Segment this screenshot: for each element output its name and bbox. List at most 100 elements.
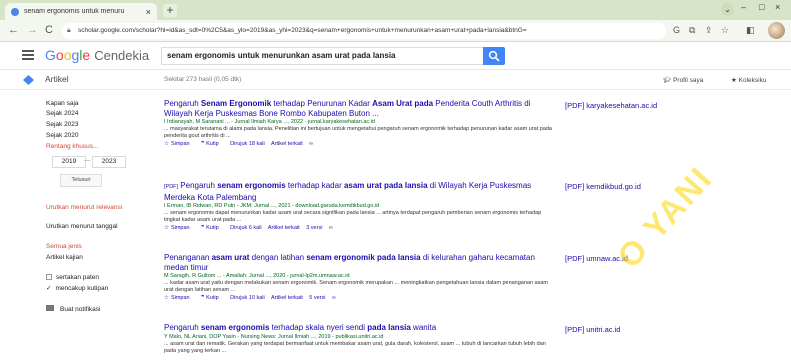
tab-search-chevron-icon[interactable]: ⌄ [721, 3, 734, 16]
title-part: terhadap skala nyeri sendi [269, 323, 368, 332]
side-panel-icon[interactable]: ◧ [746, 25, 755, 36]
result-title[interactable]: Penanganan asam urat dengan latihan sena… [164, 253, 554, 272]
more-icon[interactable]: ∞ [309, 141, 313, 147]
window-maximize-button[interactable]: □ [759, 2, 764, 12]
scholar-header: Google Cendekia senam ergonomis untuk men… [0, 42, 791, 70]
year-range-dash: — [84, 157, 91, 164]
include-citations-checkbox[interactable]: ✓ mencakup kutipan [46, 284, 108, 292]
search-button[interactable] [483, 47, 505, 65]
sort-relevance[interactable]: Urutkan menurut relevansi [46, 204, 126, 212]
filter-since-2024[interactable]: Sejak 2024 [46, 110, 79, 117]
result-snippet: ... masyarakat terutama di alami pada la… [164, 126, 552, 139]
watermark: O YANI [610, 159, 720, 275]
star-outline-icon: ☆ [164, 225, 169, 231]
pdf-domain: kemdikbud.go.id [586, 182, 641, 191]
google-scholar-logo[interactable]: Google Cendekia [45, 47, 149, 63]
scholar-cap-icon [23, 75, 34, 85]
result-authors: I Erman, IB Ridwan, RD Putri - JKM: Jurn… [164, 203, 380, 209]
tab-title: senam ergonomis untuk menuru [24, 8, 125, 15]
translate-icon[interactable]: ⧉ [689, 25, 695, 36]
my-library-label: Koleksiku [738, 77, 767, 84]
cited-by-link[interactable]: Dirujuk 10 kali [230, 295, 265, 301]
result-title[interactable]: Pengaruh senam ergonomis terhadap skala … [164, 323, 554, 333]
cite-link[interactable]: ❞ Kutip [201, 295, 224, 301]
pdf-link[interactable]: [PDF] unitri.ac.id [565, 325, 620, 334]
bookmark-star-icon[interactable]: ☆ [721, 25, 729, 36]
include-patents-checkbox[interactable]: sertakan paten [46, 274, 99, 281]
browser-tab-strip: senam ergonomis untuk menuru × + ⌄ – □ × [0, 0, 791, 20]
title-part: asam urat [211, 253, 250, 262]
result-type-tag: [PDF] [164, 184, 179, 190]
cited-by-link[interactable]: Dirujuk 6 kali [230, 225, 261, 231]
filter-any-time[interactable]: Kapan saja [46, 100, 79, 107]
filter-custom-range[interactable]: Rentang khusus... [46, 143, 98, 150]
google-lens-icon[interactable]: G [673, 25, 680, 35]
result-authors: I Irdiansyah, M Saranani ... - Jurnal Il… [164, 119, 375, 125]
versions-link[interactable]: 3 versi [306, 225, 322, 231]
new-tab-button[interactable]: + [163, 4, 177, 17]
window-close-button[interactable]: × [775, 2, 780, 12]
result-snippet: ... asam urat dan rematik. Gerakan yang … [164, 340, 546, 354]
forward-button[interactable]: → [27, 24, 38, 36]
logo-letter: G [45, 47, 56, 63]
save-label: Simpan [170, 295, 190, 301]
share-icon[interactable]: ⇪ [705, 25, 713, 36]
section-artikel[interactable]: Artikel [45, 74, 69, 84]
save-link[interactable]: ☆ Simpan [164, 225, 195, 231]
hamburger-menu-icon[interactable] [22, 50, 34, 60]
title-part: pada lansia [367, 323, 411, 332]
create-alert-label: Buat notifikasi [60, 306, 101, 313]
related-articles-link[interactable]: Artikel terkait [271, 295, 303, 301]
apply-range-button[interactable]: Telusuri [60, 174, 102, 187]
checkbox-icon [46, 274, 52, 280]
filter-since-2020[interactable]: Sejak 2020 [46, 132, 79, 139]
result-title[interactable]: [PDF] Pengaruh senam ergonomis terhadap … [164, 181, 554, 202]
url-bar[interactable]: 🔒︎ scholar.google.com/scholar?hl=id&as_s… [62, 23, 666, 39]
window-minimize-button[interactable]: – [741, 2, 746, 12]
pdf-link[interactable]: [PDF] kemdikbud.go.id [565, 182, 641, 191]
result-item: Penanganan asam urat dengan latihan sena… [164, 253, 554, 303]
related-articles-link[interactable]: Artikel terkait [271, 141, 303, 147]
sort-date[interactable]: Urutkan menurut tanggal [46, 223, 118, 230]
lock-icon: 🔒︎ [67, 27, 71, 34]
title-part: Pengaruh [164, 99, 201, 108]
title-part: Senam Ergonomik [200, 99, 272, 108]
year-from-input[interactable]: 2019 [52, 156, 86, 168]
my-library-link[interactable]: ★ Koleksiku [731, 76, 766, 84]
save-link[interactable]: ☆ Simpan [164, 141, 195, 147]
related-articles-link[interactable]: Artikel terkait [268, 225, 300, 231]
more-icon[interactable]: ∞ [332, 295, 336, 301]
save-link[interactable]: ☆ Simpan [164, 295, 195, 301]
envelope-icon [46, 305, 54, 311]
more-icon[interactable]: ∞ [329, 225, 333, 231]
cite-link[interactable]: ❞ Kutip [201, 141, 224, 147]
title-part: senam ergonomik pada lansia [306, 253, 421, 262]
result-item: [PDF] Pengaruh senam ergonomis terhadap … [164, 181, 554, 233]
reload-button[interactable]: C [45, 24, 53, 36]
my-profile-link[interactable]: 🎓︎ Profil saya [663, 76, 703, 84]
create-alert-link[interactable]: Buat notifikasi [46, 305, 100, 313]
profile-avatar[interactable] [768, 22, 785, 39]
type-all[interactable]: Semua jenis [46, 243, 82, 250]
year-to-input[interactable]: 2023 [92, 156, 126, 168]
browser-tab[interactable]: senam ergonomis untuk menuru × [5, 3, 157, 20]
cite-link[interactable]: ❞ Kutip [201, 225, 224, 231]
tab-close-icon[interactable]: × [146, 7, 151, 17]
pdf-link[interactable]: [PDF] karyakesehatan.ac.id [565, 101, 657, 110]
search-input[interactable]: senam ergonomis untuk menurunkan asam ur… [161, 47, 483, 65]
star-icon: ★ [731, 77, 739, 84]
cite-label: Kutip [206, 141, 219, 147]
filter-since-2023[interactable]: Sejak 2023 [46, 121, 79, 128]
result-actions: ☆ Simpan ❞ Kutip Dirujuk 10 kali Artikel t… [164, 294, 554, 303]
result-count: Sekitar 273 hasil (0,05 dtk) [164, 76, 242, 83]
result-snippet: ... kadar asam urat yaitu dengan melakuk… [164, 280, 549, 293]
scholar-favicon-icon [11, 7, 19, 16]
results-subheader: Artikel Sekitar 273 hasil (0,05 dtk) 🎓︎ … [0, 70, 791, 90]
cited-by-link[interactable]: Dirujuk 18 kali [230, 141, 265, 147]
versions-link[interactable]: 5 versi [309, 295, 325, 301]
result-title[interactable]: Pengaruh Senam Ergonomik terhadap Penuru… [164, 99, 554, 118]
pdf-tag: [PDF] [565, 101, 585, 110]
back-button[interactable]: ← [8, 24, 19, 36]
pdf-domain: karyakesehatan.ac.id [586, 101, 658, 110]
type-review[interactable]: Artikel kajian [46, 254, 83, 261]
